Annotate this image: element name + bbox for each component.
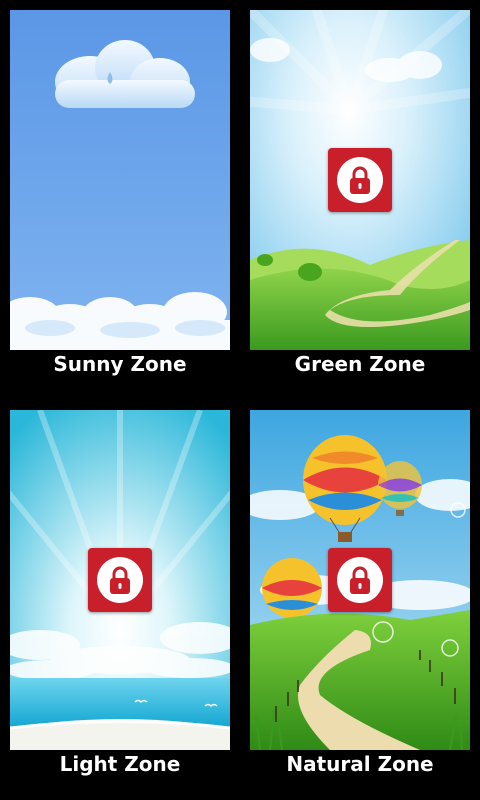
theme-card-natural-zone[interactable] <box>250 410 470 750</box>
padlock-icon <box>110 566 130 594</box>
theme-label-natural-zone: Natural Zone <box>286 752 434 776</box>
padlock-icon <box>350 166 370 194</box>
lock-badge <box>88 548 152 612</box>
sunny-zone-preview <box>10 10 230 350</box>
theme-card-sunny-zone[interactable] <box>10 10 230 350</box>
theme-card-light-zone[interactable] <box>10 410 230 750</box>
padlock-icon <box>350 566 370 594</box>
theme-label-sunny-zone: Sunny Zone <box>53 352 187 376</box>
lock-badge <box>328 548 392 612</box>
theme-label-light-zone: Light Zone <box>59 752 181 776</box>
theme-label-green-zone: Green Zone <box>294 352 426 376</box>
lock-badge <box>328 148 392 212</box>
theme-card-green-zone[interactable] <box>250 10 470 350</box>
